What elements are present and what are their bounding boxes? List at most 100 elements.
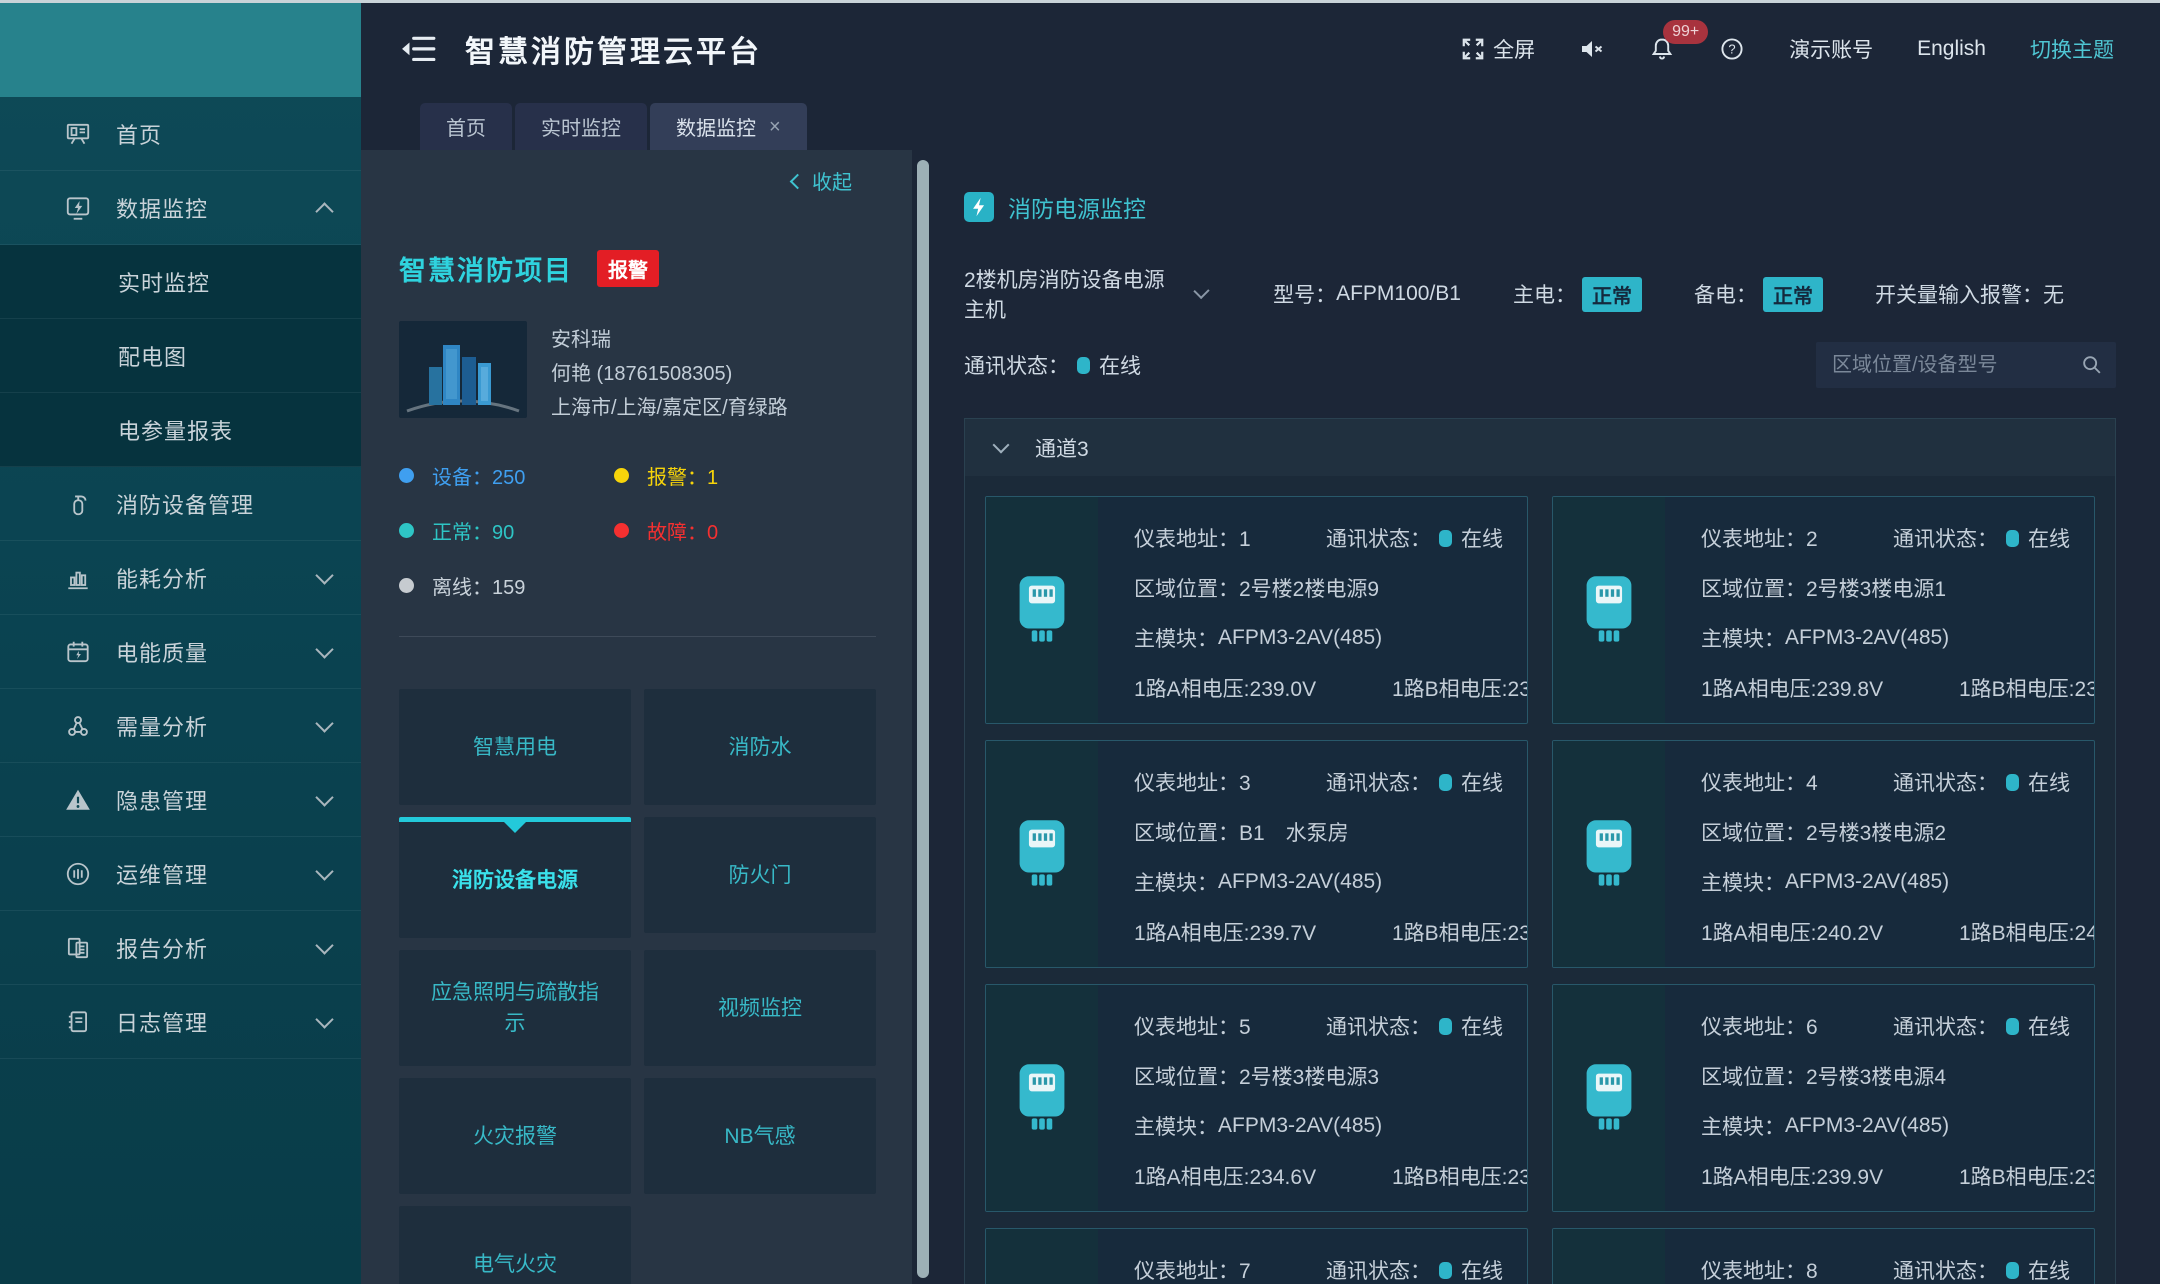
meter-module: 主模块：AFPM3-2AV(485) — [1134, 623, 1503, 653]
hazard-icon — [64, 786, 92, 814]
sidebar-item-label: 运维管理 — [116, 858, 208, 890]
collapse-panel-button[interactable]: 收起 — [399, 166, 876, 195]
scrollbar-thumb[interactable] — [917, 160, 929, 1278]
category-button[interactable]: 消防设备电源 — [399, 817, 631, 938]
power-bolt-icon — [964, 192, 994, 222]
sidebar-item-label: 日志管理 — [116, 1006, 208, 1038]
meter-address: 仪表地址：1 — [1134, 523, 1251, 553]
channel-section-header[interactable]: 通道3 — [965, 419, 2115, 476]
category-button[interactable]: 应急照明与疏散指示 — [399, 950, 631, 1066]
main-power-status: 主电： 正常 — [1513, 277, 1642, 312]
chevron-down-icon — [1194, 283, 1210, 299]
sidebar-item[interactable]: 实时监控 — [0, 245, 361, 319]
category-button[interactable]: 消防水 — [644, 689, 876, 805]
status-dot — [614, 468, 629, 483]
theme-toggle[interactable]: 切换主题 — [2030, 34, 2114, 64]
notification-badge: 99+ — [1663, 20, 1708, 44]
online-indicator — [2006, 774, 2019, 791]
sidebar-item[interactable]: 隐患管理 — [0, 763, 361, 837]
tab-label: 数据监控 — [676, 112, 756, 141]
more-button[interactable]: 更多... — [1417, 723, 1503, 724]
category-button[interactable]: 视频监控 — [644, 950, 876, 1066]
power-meter-icon — [1581, 817, 1637, 892]
help-button[interactable]: ? — [1719, 36, 1745, 62]
sidebar-item[interactable]: 报告分析 — [0, 911, 361, 985]
more-button[interactable]: 更多... — [1984, 1211, 2070, 1212]
divider — [399, 636, 876, 637]
mute-button[interactable] — [1579, 36, 1605, 62]
page-title: 智慧消防管理云平台 — [465, 27, 762, 71]
chevron-icon — [315, 788, 333, 806]
device-card: 仪表地址：7 通讯状态： 在线 区域位置：2号楼3楼电源5 — [985, 1228, 1528, 1284]
tab[interactable]: 实时监控 — [515, 103, 647, 150]
sidebar-item[interactable]: 日志管理 — [0, 985, 361, 1059]
stat-item: 故障：0 — [614, 516, 876, 545]
sidebar-item[interactable]: 消防设备管理 — [0, 467, 361, 541]
chevron-icon — [315, 202, 333, 220]
category-button[interactable]: 火灾报警 — [399, 1078, 631, 1194]
tab[interactable]: 首页 — [420, 103, 512, 150]
online-indicator — [2006, 1018, 2019, 1035]
meter-voltages-ab: 1路A相电压:239.0V1路B相电压:239.7V — [1134, 673, 1503, 703]
online-indicator — [1439, 1018, 1452, 1035]
sidebar-item[interactable]: 首页 — [0, 97, 361, 171]
device-select[interactable]: 2楼机房消防设备电源主机 — [964, 264, 1207, 324]
menu-fold-icon[interactable] — [401, 33, 437, 65]
project-panel: 收起 智慧消防项目 报警 — [361, 150, 912, 1284]
chevron-icon — [315, 714, 333, 732]
power-quality-icon — [64, 638, 92, 666]
window-top-edge — [0, 0, 2160, 3]
chevron-icon — [315, 566, 333, 584]
tab-label: 首页 — [446, 112, 486, 141]
power-meter-icon — [1014, 573, 1070, 648]
sidebar-item[interactable]: 数据监控 — [0, 171, 361, 245]
language-switch[interactable]: English — [1917, 37, 1986, 61]
more-button[interactable]: 更多... — [1417, 967, 1503, 968]
stat-item: 设备：250 — [399, 461, 614, 490]
monitor-area: 消防电源监控 2楼机房消防设备电源主机 型号：AFPM100/B1 主电： 正常 — [934, 150, 2160, 1284]
close-icon[interactable]: × — [769, 117, 781, 137]
notifications-button[interactable]: 99+ — [1649, 36, 1675, 62]
tab-bar: 首页 实时监控 数据监控 × — [361, 97, 2160, 150]
sidebar-item[interactable]: 电能质量 — [0, 615, 361, 689]
sidebar-item[interactable]: 电参量报表 — [0, 393, 361, 467]
meter-comm-status: 通讯状态： 在线 — [1893, 1011, 2070, 1041]
tab-label: 实时监控 — [541, 112, 621, 141]
fire-device-icon — [64, 490, 92, 518]
category-button[interactable]: NB气感 — [644, 1078, 876, 1194]
more-button[interactable]: 更多... — [1984, 967, 2070, 968]
meter-location: 区域位置：2号楼3楼电源1 — [1701, 573, 2070, 603]
sidebar-item-label: 隐患管理 — [116, 784, 208, 816]
sidebar-item[interactable]: 运维管理 — [0, 837, 361, 911]
sidebar-item[interactable]: 配电图 — [0, 319, 361, 393]
meter-address: 仪表地址：2 — [1701, 523, 1818, 553]
sidebar-item-label: 电参量报表 — [118, 414, 233, 446]
more-button[interactable]: 更多... — [1417, 1211, 1503, 1212]
energy-icon — [64, 564, 92, 592]
account-menu[interactable]: 演示账号 — [1789, 34, 1873, 64]
sidebar-item[interactable]: 需量分析 — [0, 689, 361, 763]
more-button[interactable]: 更多... — [1984, 723, 2070, 724]
device-card: 仪表地址：2 通讯状态： 在线 区域位置：2号楼3楼电源1 — [1552, 496, 2095, 724]
category-button[interactable]: 智慧用电 — [399, 689, 631, 805]
category-button[interactable]: 电气火灾 — [399, 1206, 631, 1284]
sidebar-item-label: 能耗分析 — [116, 562, 208, 594]
sidebar-item-label: 报告分析 — [116, 932, 208, 964]
content-area: 收起 智慧消防项目 报警 — [361, 150, 2160, 1284]
status-dot — [399, 468, 414, 483]
fullscreen-button[interactable]: 全屏 — [1461, 34, 1535, 64]
meter-address: 仪表地址：5 — [1134, 1011, 1251, 1041]
sidebar-nav: 首页 数据监控 实时监控 配电图 — [0, 97, 361, 1284]
meter-module: 主模块：AFPM3-2AV(485) — [1701, 1111, 2070, 1141]
search-input[interactable] — [1816, 342, 2116, 388]
app-window: 首页 数据监控 实时监控 配电图 — [0, 0, 2160, 1284]
panel-scrollbar — [912, 150, 934, 1284]
sidebar-item[interactable]: 能耗分析 — [0, 541, 361, 615]
main-column: 智慧消防管理云平台 全屏 — [361, 0, 2160, 1284]
fullscreen-icon — [1461, 37, 1485, 61]
meter-comm-status: 通讯状态： 在线 — [1893, 523, 2070, 553]
category-button[interactable]: 防火门 — [644, 817, 876, 933]
tab[interactable]: 数据监控 × — [650, 103, 807, 150]
meter-comm-status: 通讯状态： 在线 — [1326, 1255, 1503, 1284]
online-indicator — [1077, 357, 1090, 374]
